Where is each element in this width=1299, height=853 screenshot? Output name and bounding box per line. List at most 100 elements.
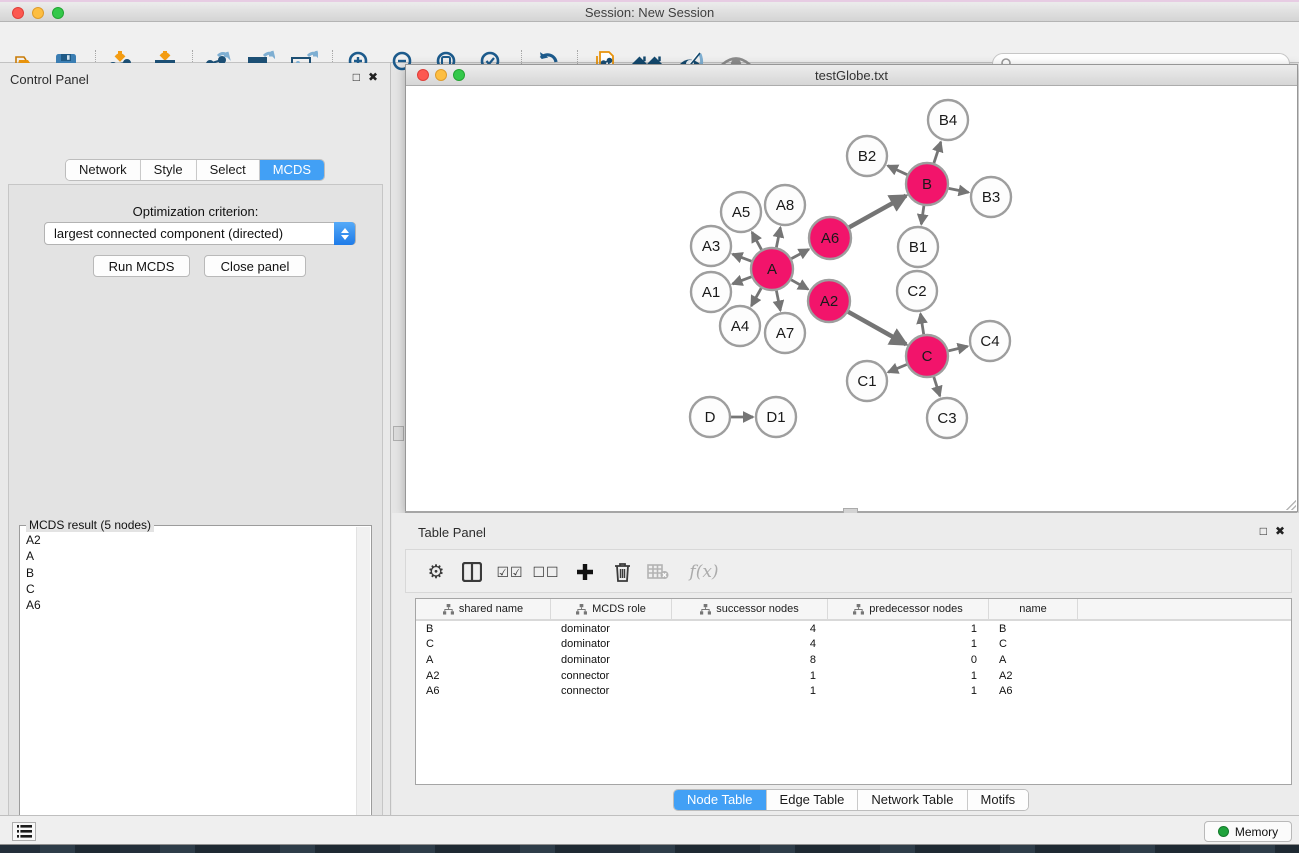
table-cell[interactable]: 4 xyxy=(672,638,828,650)
vertical-splitter-handle[interactable] xyxy=(393,426,404,441)
control-panel-title: Control Panel xyxy=(10,72,89,87)
table-cell[interactable]: A6 xyxy=(416,685,551,697)
task-history-icon[interactable] xyxy=(12,822,36,841)
table-cell[interactable]: connector xyxy=(551,670,672,682)
table-cell[interactable]: dominator xyxy=(551,638,672,650)
table-cell[interactable]: B xyxy=(989,623,1078,635)
mcds-result-item[interactable]: A2 xyxy=(26,532,355,548)
node-label-C2: C2 xyxy=(907,283,926,300)
table-cell[interactable]: A2 xyxy=(989,670,1078,682)
close-panel-icon[interactable]: ✖ xyxy=(368,70,378,84)
table-cell[interactable]: 1 xyxy=(672,685,828,697)
float-table-panel-icon[interactable]: □ xyxy=(1260,524,1267,538)
table-row[interactable]: A6connector11A6 xyxy=(416,683,1291,699)
tab-select[interactable]: Select xyxy=(197,160,260,180)
edge-A-A4[interactable] xyxy=(751,288,761,306)
memory-status-icon xyxy=(1218,826,1229,837)
table-cell[interactable]: 1 xyxy=(828,685,989,697)
edge-C-C4[interactable] xyxy=(948,346,967,351)
table-cell[interactable]: A xyxy=(989,654,1078,666)
edge-C-C3[interactable] xyxy=(934,377,940,396)
column-header-mcds-role[interactable]: MCDS role xyxy=(551,599,672,619)
tab-mcds[interactable]: MCDS xyxy=(260,160,324,180)
edge-C-C2[interactable] xyxy=(921,314,924,335)
table-cell[interactable]: 1 xyxy=(828,670,989,682)
edge-A-A2[interactable] xyxy=(791,280,808,290)
delete-table-icon[interactable] xyxy=(642,556,674,588)
table-row[interactable]: Cdominator41C xyxy=(416,637,1291,653)
tab-motifs[interactable]: Motifs xyxy=(968,790,1029,810)
scrollbar[interactable] xyxy=(356,527,370,853)
memory-button[interactable]: Memory xyxy=(1204,821,1292,842)
main-toolbar xyxy=(0,22,1299,63)
status-bar: Memory xyxy=(0,815,1299,845)
desktop-background xyxy=(0,845,1299,853)
edge-A-A1[interactable] xyxy=(733,277,752,284)
mcds-result-item[interactable]: C xyxy=(26,581,355,597)
tab-edge-table[interactable]: Edge Table xyxy=(767,790,859,810)
optimization-criterion-select[interactable]: largest connected component (directed) xyxy=(44,222,356,245)
table-cell[interactable]: A xyxy=(416,654,551,666)
function-builder-icon[interactable]: f(x) xyxy=(682,556,726,588)
run-mcds-button[interactable]: Run MCDS xyxy=(93,255,190,277)
float-panel-icon[interactable]: □ xyxy=(353,70,360,84)
node-label-A: A xyxy=(767,261,777,278)
edge-B-B3[interactable] xyxy=(949,188,969,192)
table-cell[interactable]: 4 xyxy=(672,623,828,635)
network-window-titlebar[interactable]: testGlobe.txt xyxy=(406,65,1297,86)
table-cell[interactable]: 8 xyxy=(672,654,828,666)
column-header-successor-nodes[interactable]: successor nodes xyxy=(672,599,828,619)
mcds-result-item[interactable]: B xyxy=(26,565,355,581)
network-canvas[interactable]: AA6A2BCA1A3A4A5A7A8B1B2B3B4C1C2C3C4DD1 xyxy=(406,86,1297,511)
table-cell[interactable]: B xyxy=(416,623,551,635)
table-cell[interactable]: connector xyxy=(551,685,672,697)
table-cell[interactable]: 1 xyxy=(828,623,989,635)
tab-network[interactable]: Network xyxy=(66,160,141,180)
edge-B-B1[interactable] xyxy=(921,206,924,224)
tab-network-table[interactable]: Network Table xyxy=(858,790,967,810)
table-row[interactable]: A2connector11A2 xyxy=(416,668,1291,684)
table-cell[interactable]: 1 xyxy=(828,638,989,650)
table-cell[interactable]: C xyxy=(989,638,1078,650)
tab-style[interactable]: Style xyxy=(141,160,197,180)
deselect-all-checkboxes-icon[interactable]: ☐☐ xyxy=(530,556,562,588)
mcds-result-item[interactable]: A xyxy=(26,548,355,564)
node-label-D: D xyxy=(705,409,716,426)
edge-A-A3[interactable] xyxy=(733,254,752,261)
close-table-panel-icon[interactable]: ✖ xyxy=(1275,524,1285,538)
column-header-name[interactable]: name xyxy=(989,599,1078,619)
edge-A-A6[interactable] xyxy=(791,249,808,258)
table-cell[interactable]: 1 xyxy=(672,670,828,682)
table-row[interactable]: Adominator80A xyxy=(416,652,1291,668)
edge-A-A7[interactable] xyxy=(776,291,780,311)
mcds-result-list[interactable]: A2ABCA6 xyxy=(21,529,355,853)
close-panel-button[interactable]: Close panel xyxy=(204,255,306,277)
column-header-shared-name[interactable]: shared name xyxy=(416,599,551,619)
resize-grip[interactable] xyxy=(1284,498,1296,510)
edge-A-A8[interactable] xyxy=(776,228,780,248)
delete-column-icon[interactable] xyxy=(606,556,638,588)
table-cell[interactable]: dominator xyxy=(551,623,672,635)
table-cell[interactable]: 0 xyxy=(828,654,989,666)
mcds-result-item[interactable]: A6 xyxy=(26,597,355,613)
settings-gear-icon[interactable]: ⚙ xyxy=(420,556,452,588)
node-label-B1: B1 xyxy=(909,239,927,256)
edge-C-C1[interactable] xyxy=(888,365,907,373)
edge-A6-B[interactable] xyxy=(849,196,906,228)
node-label-B2: B2 xyxy=(858,148,876,165)
add-column-icon[interactable] xyxy=(569,556,601,588)
column-header-predecessor-nodes[interactable]: predecessor nodes xyxy=(828,599,989,619)
edge-B-B2[interactable] xyxy=(888,166,907,175)
tab-node-table[interactable]: Node Table xyxy=(674,790,767,810)
table-row[interactable]: Bdominator41B xyxy=(416,621,1291,637)
optimization-criterion-label: Optimization criterion: xyxy=(9,204,382,219)
edge-A-A5[interactable] xyxy=(752,232,762,250)
table-cell[interactable]: A6 xyxy=(989,685,1078,697)
column-browser-icon[interactable] xyxy=(456,556,488,588)
table-cell[interactable]: C xyxy=(416,638,551,650)
edge-B-B4[interactable] xyxy=(934,142,941,163)
select-all-checkboxes-icon[interactable]: ☑☑ xyxy=(494,556,526,588)
edge-A2-C[interactable] xyxy=(848,312,906,345)
table-cell[interactable]: dominator xyxy=(551,654,672,666)
table-cell[interactable]: A2 xyxy=(416,670,551,682)
